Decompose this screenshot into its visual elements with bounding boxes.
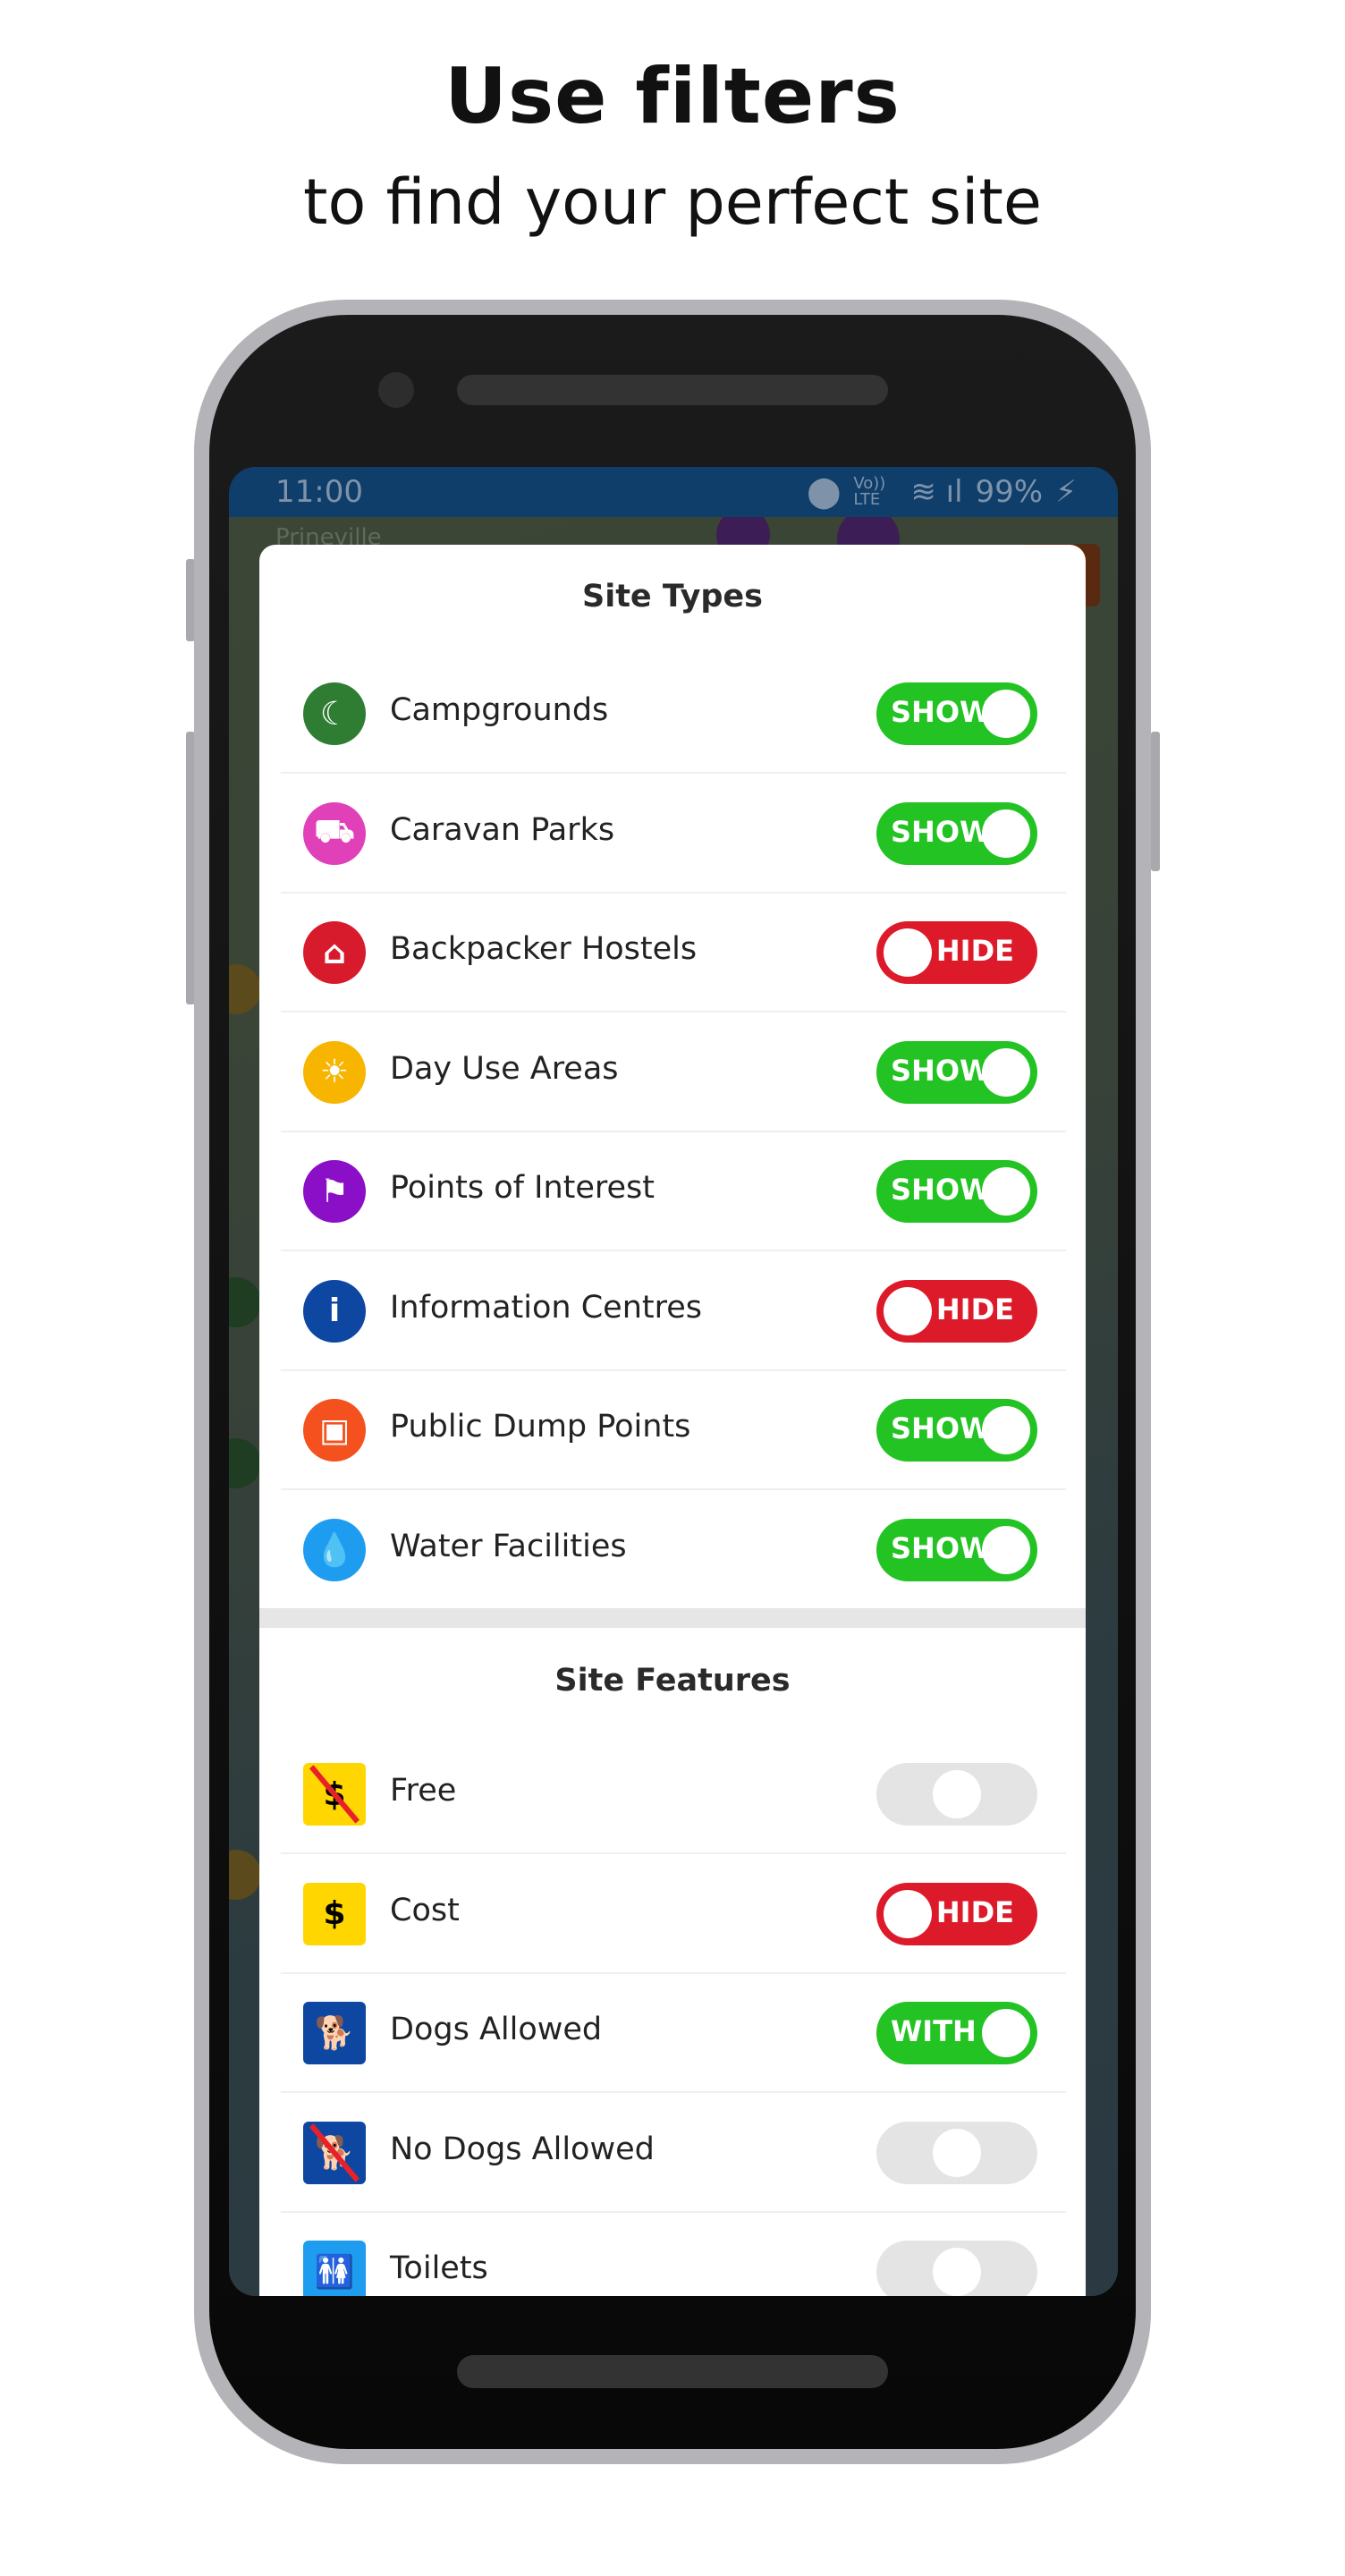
home-bar — [457, 2355, 888, 2388]
filter-toggle[interactable] — [876, 1763, 1037, 1826]
filter-label: Points of Interest — [390, 1170, 655, 1206]
toggle-state-label: SHOW — [891, 814, 992, 849]
speaker-grille — [457, 375, 888, 405]
strike-icon — [309, 1765, 360, 1824]
network-label: Vo)) LTE — [853, 474, 886, 509]
section-divider — [259, 1608, 1086, 1628]
filter-label: Dogs Allowed — [390, 2012, 603, 2047]
filter-row-no-dogs-allowed: 🐕 No Dogs Allowed — [281, 2094, 1066, 2213]
toggle-state-label: SHOW — [891, 1530, 992, 1565]
no-dog-icon: 🐕 — [303, 2121, 366, 2184]
caravan-icon: ⛟ — [303, 801, 366, 865]
filter-label: Day Use Areas — [390, 1050, 619, 1087]
toggle-knob — [884, 1286, 932, 1335]
subheadline: to find your perfect site — [303, 165, 1042, 239]
filter-row-water-facilities: 💧 Water Facilities SHOW — [281, 1491, 1066, 1610]
filter-label: Free — [390, 1773, 457, 1809]
toggle-state-label: HIDE — [935, 1292, 1014, 1326]
phone-screen: Prineville 11:00 ⬤ Vo)) LTE ≋ ıl 99% ⚡ S… — [229, 467, 1118, 2296]
filter-row-information-centres: i Information Centres HIDE — [281, 1252, 1066, 1371]
location-icon: ⬤ — [807, 474, 842, 510]
toilets-icon: 🚻 — [303, 2241, 366, 2296]
hostel-icon: ⌂ — [303, 921, 366, 984]
toggle-state-label: HIDE — [935, 934, 1014, 968]
filter-toggle[interactable] — [876, 2121, 1037, 2184]
toggle-knob — [933, 1770, 981, 1818]
filter-toggle[interactable]: SHOW — [876, 1160, 1037, 1223]
toggle-state-label: SHOW — [891, 695, 992, 729]
filter-label: Caravan Parks — [390, 811, 615, 848]
filter-toggle[interactable]: HIDE — [876, 921, 1037, 984]
status-bar: 11:00 ⬤ Vo)) LTE ≋ ıl 99% ⚡ — [229, 467, 1118, 517]
filter-row-dogs-allowed: 🐕 Dogs Allowed WITH — [281, 1974, 1066, 2093]
headline: Use filters — [444, 52, 901, 141]
toggle-state-label: SHOW — [891, 1053, 992, 1088]
battery-level: 99% — [975, 474, 1044, 510]
filter-row-cost: $ Cost HIDE — [281, 1855, 1066, 1974]
filter-row-free: $ Free — [281, 1735, 1066, 1854]
flag-icon: ⚑ — [303, 1160, 366, 1223]
map-pin-icon — [229, 964, 261, 1014]
toggle-state-label: SHOW — [891, 1173, 992, 1207]
toggle-knob — [884, 1889, 932, 1938]
info-icon: i — [303, 1279, 366, 1343]
filter-row-backpacker-hostels: ⌂ Backpacker Hostels HIDE — [281, 894, 1066, 1013]
filter-toggle[interactable]: SHOW — [876, 682, 1037, 745]
map-pin-icon — [229, 1850, 261, 1900]
dump-point-icon: ▣ — [303, 1399, 366, 1462]
phone-side-button — [1151, 732, 1160, 871]
filter-label: Toilets — [390, 2250, 488, 2286]
toggle-knob — [982, 2009, 1030, 2057]
filter-row-caravan-parks: ⛟ Caravan Parks SHOW — [281, 775, 1066, 894]
map-pin-icon — [229, 1277, 261, 1327]
filter-toggle[interactable]: SHOW — [876, 1399, 1037, 1462]
filter-toggle[interactable]: HIDE — [876, 1279, 1037, 1343]
filter-label: Cost — [390, 1892, 460, 1928]
filters-dialog: Site Types ☾ Campgrounds SHOW ⛟ Caravan Park… — [259, 545, 1086, 2296]
filter-toggle[interactable] — [876, 2241, 1037, 2296]
filter-row-campgrounds: ☾ Campgrounds SHOW — [281, 655, 1066, 774]
camera-icon — [378, 372, 414, 408]
status-time: 11:00 — [275, 474, 363, 510]
battery-charging-icon: ⚡ — [1055, 474, 1077, 510]
strike-icon — [309, 2123, 360, 2182]
filter-label: Public Dump Points — [390, 1409, 691, 1445]
water-drop-icon: 💧 — [303, 1518, 366, 1581]
filter-label: Campgrounds — [390, 692, 609, 728]
filter-label: Backpacker Hostels — [390, 931, 698, 967]
crescent-moon-icon: ☾ — [303, 682, 366, 745]
filter-row-day-use-areas: ☀ Day Use Areas SHOW — [281, 1013, 1066, 1132]
site-features-title: Site Features — [554, 1663, 791, 1699]
filter-toggle[interactable]: SHOW — [876, 1040, 1037, 1104]
wifi-signal-icon: ≋ ıl — [910, 474, 963, 510]
toggle-knob — [884, 928, 932, 977]
filter-row-toilets: 🚻 Toilets — [281, 2213, 1066, 2296]
filter-label: No Dogs Allowed — [390, 2131, 655, 2167]
filter-toggle[interactable]: SHOW — [876, 1518, 1037, 1581]
filter-row-public-dump-points: ▣ Public Dump Points SHOW — [281, 1371, 1066, 1490]
dog-icon: 🐕 — [303, 2002, 366, 2064]
sun-icon: ☀ — [303, 1040, 366, 1104]
filter-label: Water Facilities — [390, 1528, 627, 1564]
filter-toggle[interactable]: HIDE — [876, 1882, 1037, 1945]
filter-toggle[interactable]: WITH — [876, 2002, 1037, 2064]
toggle-state-label: HIDE — [935, 1894, 1014, 1929]
dollar-icon: $ — [303, 1882, 366, 1945]
filter-row-points-of-interest: ⚑ Points of Interest SHOW — [281, 1132, 1066, 1251]
no-dollar-icon: $ — [303, 1763, 366, 1826]
toggle-state-label: SHOW — [891, 1411, 992, 1445]
map-pin-icon — [229, 1438, 261, 1488]
filter-label: Information Centres — [390, 1289, 702, 1326]
toggle-knob — [933, 2128, 981, 2177]
toggle-knob — [933, 2248, 981, 2296]
toggle-state-label: WITH — [891, 2014, 977, 2048]
site-types-title: Site Types — [581, 579, 764, 614]
filter-toggle[interactable]: SHOW — [876, 801, 1037, 865]
